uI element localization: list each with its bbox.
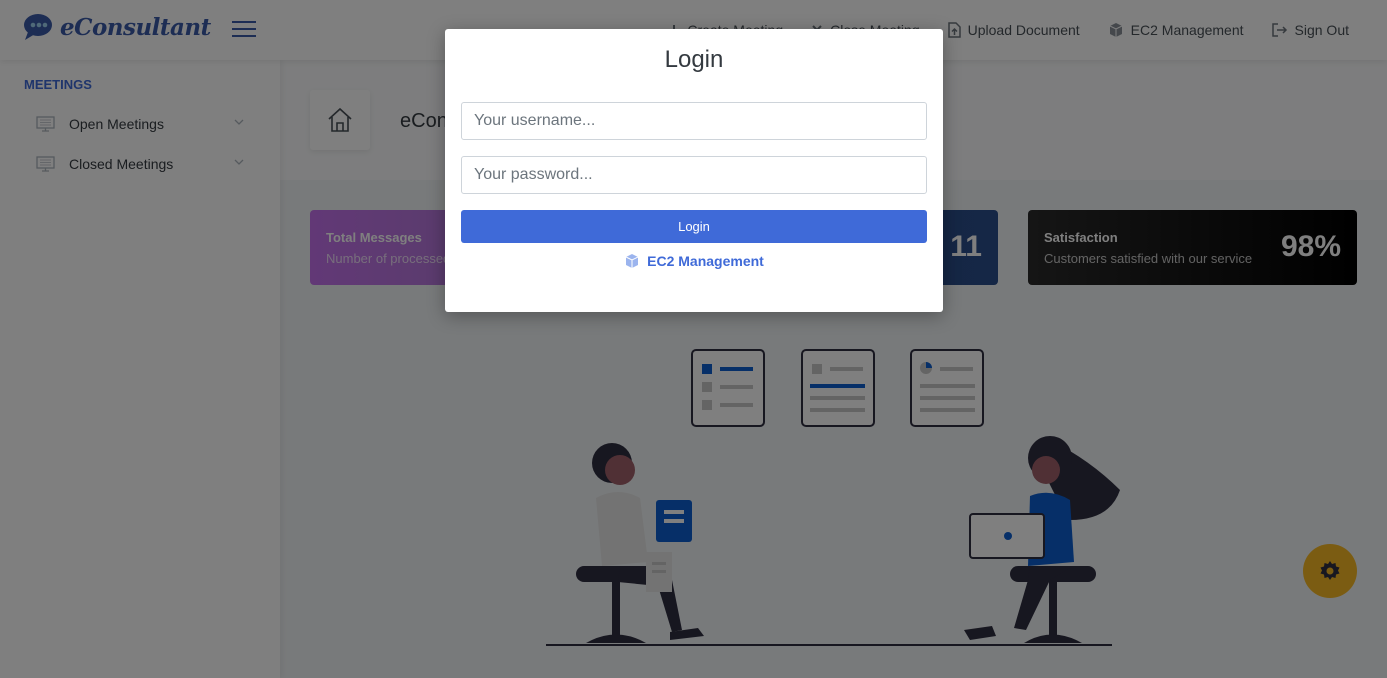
login-modal: Login Login EC2 Management xyxy=(445,29,943,312)
ec2-management-link-label: EC2 Management xyxy=(647,253,764,269)
ec2-management-link[interactable]: EC2 Management xyxy=(445,253,943,269)
modal-title: Login xyxy=(664,46,724,73)
login-button[interactable]: Login xyxy=(461,210,927,243)
password-input[interactable] xyxy=(461,156,927,194)
username-input[interactable] xyxy=(461,102,927,140)
cube-icon xyxy=(625,254,639,268)
